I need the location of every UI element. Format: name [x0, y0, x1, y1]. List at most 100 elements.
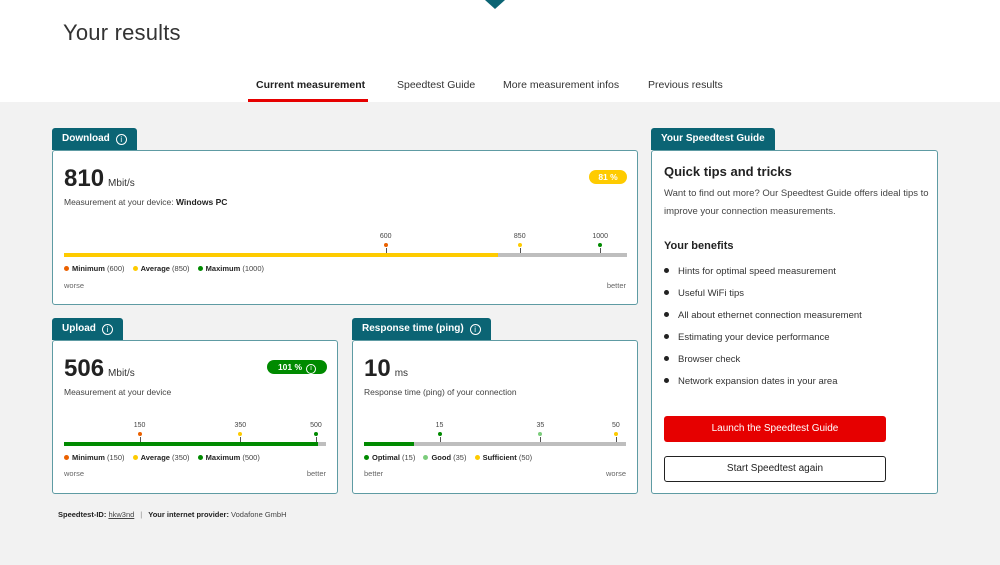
- upload-unit: Mbit/s: [108, 368, 135, 379]
- tab-previous-results[interactable]: Previous results: [648, 79, 723, 91]
- guide-header: Your Speedtest Guide: [651, 128, 775, 150]
- benefit-label: Network expansion dates in your area: [678, 376, 838, 387]
- legend-dot-light-green: [423, 455, 429, 460]
- legend-maximum-value: (500): [242, 453, 260, 462]
- ping-description: Response time (ping) of your connection: [364, 387, 517, 397]
- guide-text: Want to find out more? Our Speedtest Gui…: [664, 188, 929, 217]
- benefit-item: Network expansion dates in your area: [664, 376, 837, 387]
- speedtest-id-value[interactable]: hkw3nd: [108, 510, 134, 519]
- legend-item-sufficient: Sufficient (50): [474, 453, 532, 462]
- legend-dot-yellow: [132, 455, 138, 460]
- download-tick-mark: [385, 248, 387, 253]
- page-title: Your results: [63, 20, 181, 45]
- upload-scale-right: better: [306, 469, 326, 478]
- benefit-item: Hints for optimal speed measurement: [664, 266, 836, 277]
- tab-speedtest-guide[interactable]: Speedtest Guide: [397, 79, 475, 91]
- upload-percent-value: 101 %: [277, 362, 303, 372]
- legend-maximum-label: Maximum: [205, 453, 241, 462]
- ping-value-number: 10: [364, 355, 391, 382]
- legend-item-good: Good (35): [423, 453, 466, 462]
- download-card: 810 Mbit/s Measurement at your device: Wi…: [52, 150, 638, 305]
- speedtest-id-label: Speedtest-ID:: [58, 510, 107, 519]
- info-icon[interactable]: i: [306, 364, 317, 374]
- download-tick-label: 600: [379, 233, 392, 240]
- download-tick-mark: [600, 248, 602, 253]
- download-unit: Mbit/s: [108, 178, 135, 189]
- ping-tick-mark: [615, 437, 617, 442]
- upload-speed-bar: [64, 442, 326, 446]
- bullet-icon: [664, 378, 669, 383]
- upload-card: 506 Mbit/s Measurement at your device 101…: [52, 340, 338, 494]
- upload-legend: Minimum (150) Average (350) Maximum (500…: [64, 453, 266, 462]
- benefit-label: All about ethernet connection measuremen…: [678, 310, 862, 321]
- download-speed-fill: [64, 253, 498, 257]
- tab-current-measurement[interactable]: Current measurement: [256, 79, 365, 91]
- ping-tick-mark: [540, 437, 542, 442]
- benefits-title: Your benefits: [664, 240, 734, 252]
- ping-scale-left: better: [364, 469, 384, 478]
- benefit-label: Hints for optimal speed measurement: [678, 266, 836, 277]
- bullet-icon: [664, 290, 669, 295]
- legend-item-average: Average (850): [132, 264, 190, 273]
- tab-bar: Current measurement Speedtest Guide More…: [0, 72, 1000, 102]
- upload-tick-mark: [139, 437, 141, 442]
- legend-dot-green: [364, 455, 369, 460]
- legend-average-value: (850): [172, 264, 190, 273]
- legend-item-maximum: Maximum (500): [197, 453, 260, 462]
- legend-item-minimum: Minimum (600): [64, 264, 125, 273]
- download-tick-mark: [519, 248, 521, 253]
- download-value-number: 810: [64, 165, 105, 192]
- provider-label: Your internet provider:: [148, 510, 229, 519]
- upload-tick-label: 150: [133, 422, 146, 429]
- guide-title: Quick tips and tricks: [664, 164, 792, 179]
- ping-tick-label: 15: [435, 422, 444, 429]
- upload-percent-badge: 101 % i: [267, 360, 327, 374]
- ping-tick-label: 50: [612, 422, 620, 429]
- ping-fill: [364, 442, 414, 446]
- legend-average-value: (350): [172, 453, 190, 462]
- benefit-label: Browser check: [678, 354, 741, 365]
- bullet-icon: [664, 268, 669, 273]
- footer-info: Speedtest-ID: hkw3nd | Your internet provi…: [58, 510, 287, 519]
- legend-minimum-label: Minimum: [72, 264, 105, 273]
- tab-more-measurement-infos[interactable]: More measurement infos: [503, 79, 619, 91]
- ping-unit: ms: [394, 368, 409, 379]
- info-icon[interactable]: i: [101, 324, 113, 335]
- legend-dot-yellow: [474, 455, 480, 460]
- benefit-item: Browser check: [664, 354, 740, 365]
- restart-speedtest-button[interactable]: Start Speedtest again: [664, 456, 886, 482]
- download-scale-right: better: [606, 281, 626, 290]
- upload-header-label: Upload: [62, 323, 96, 334]
- legend-dot-orange: [64, 455, 69, 460]
- footer-separator: |: [140, 510, 143, 519]
- upload-speed-fill: [64, 442, 319, 446]
- upload-value-number: 506: [64, 355, 105, 382]
- legend-average-label: Average: [140, 453, 170, 462]
- benefit-label: Estimating your device performance: [678, 332, 830, 343]
- download-speed-bar: [64, 253, 627, 257]
- download-device: Windows PC: [175, 197, 228, 207]
- download-tick-dot: [517, 243, 522, 247]
- bullet-icon: [664, 356, 669, 361]
- upload-scale-left: worse: [64, 469, 85, 478]
- download-desc-prefix: Measurement at your device:: [64, 197, 174, 207]
- download-percent-badge: 81 %: [589, 170, 627, 184]
- provider-value: Vodafone GmbH: [231, 510, 287, 519]
- ping-tick-mark: [439, 437, 441, 442]
- info-icon[interactable]: i: [115, 134, 127, 145]
- guide-card: Quick tips and tricks Want to find out m…: [651, 150, 938, 494]
- info-icon[interactable]: i: [469, 324, 481, 335]
- upload-tick-dot: [313, 432, 318, 436]
- download-tick-label: 850: [513, 233, 526, 240]
- legend-minimum-value: (600): [107, 264, 125, 273]
- benefit-label: Useful WiFi tips: [678, 288, 744, 299]
- download-description: Measurement at your device: Windows PC: [64, 197, 227, 207]
- ping-header-label: Response time (ping): [362, 323, 464, 334]
- launch-guide-button[interactable]: Launch the Speedtest Guide: [664, 416, 886, 442]
- download-tick-dot: [598, 243, 603, 247]
- ping-tick-label: 35: [536, 422, 545, 429]
- upload-tick-mark: [240, 437, 242, 442]
- legend-good-value: (35): [453, 453, 467, 462]
- ping-tick-dot: [437, 432, 442, 436]
- benefit-item: Estimating your device performance: [664, 332, 830, 343]
